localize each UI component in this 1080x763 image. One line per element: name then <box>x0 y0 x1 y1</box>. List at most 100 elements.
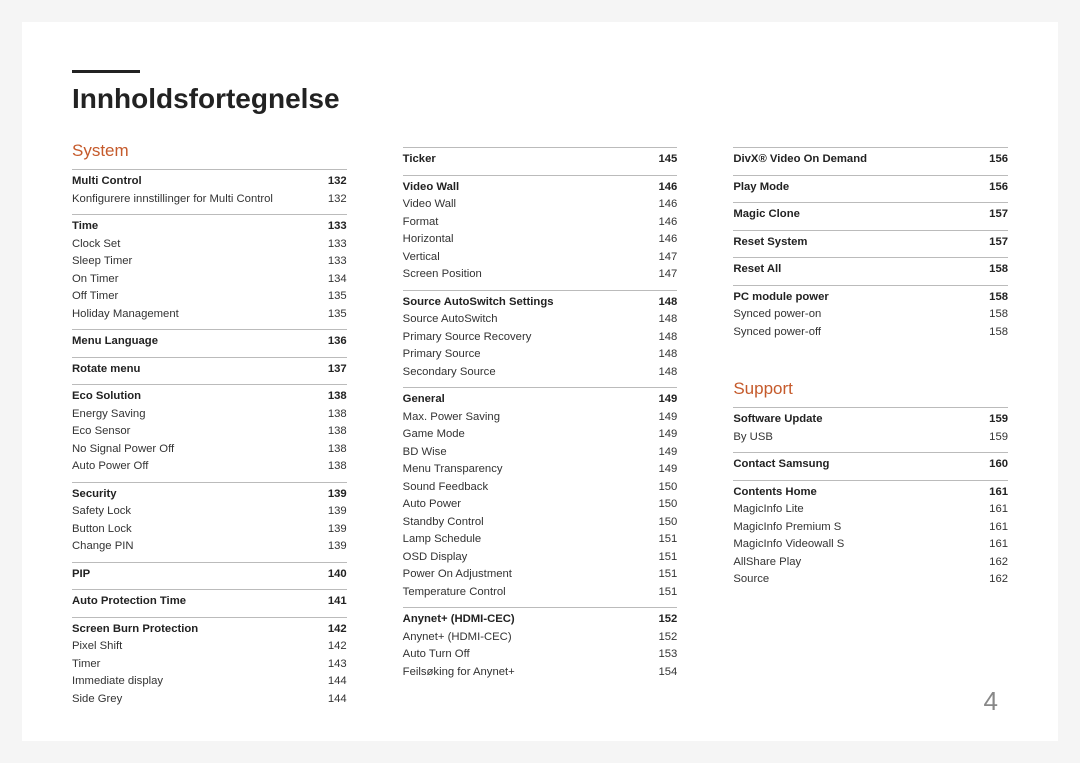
toc-entry-page: 151 <box>648 566 677 584</box>
toc-entry-row[interactable]: Synced power-off158 <box>733 324 1008 342</box>
toc-entry-row[interactable]: MagicInfo Videowall S161 <box>733 536 1008 554</box>
toc-entry-label: OSD Display <box>403 549 649 567</box>
toc-heading-label: Auto Protection Time <box>72 593 318 611</box>
toc-entry-row[interactable]: Auto Turn Off153 <box>403 646 678 664</box>
toc-entry-row[interactable]: Max. Power Saving149 <box>403 409 678 427</box>
toc-entry-row[interactable]: Standby Control150 <box>403 514 678 532</box>
toc-entry-row[interactable]: Off Timer135 <box>72 288 347 306</box>
toc-entry-row[interactable]: On Timer134 <box>72 271 347 289</box>
toc-entry-row[interactable]: Clock Set133 <box>72 236 347 254</box>
toc-entry-row[interactable]: Holiday Management135 <box>72 306 347 324</box>
toc-entry-row[interactable]: Timer143 <box>72 656 347 674</box>
toc-heading-page: 159 <box>979 411 1008 429</box>
toc-heading-page: 141 <box>318 593 347 611</box>
toc-entry-page: 158 <box>979 324 1008 342</box>
toc-entry-row[interactable]: Source AutoSwitch148 <box>403 311 678 329</box>
toc-entry-row[interactable]: Primary Source148 <box>403 346 678 364</box>
toc-entry-label: Immediate display <box>72 673 318 691</box>
toc-heading-row[interactable]: Multi Control132 <box>72 173 347 191</box>
toc-entry-row[interactable]: MagicInfo Lite161 <box>733 501 1008 519</box>
toc-entry-row[interactable]: Video Wall146 <box>403 196 678 214</box>
toc-heading-row[interactable]: Video Wall146 <box>403 179 678 197</box>
toc-heading-row[interactable]: Reset All158 <box>733 261 1008 279</box>
toc-heading-row[interactable]: Source AutoSwitch Settings148 <box>403 294 678 312</box>
toc-heading-row[interactable]: PIP140 <box>72 566 347 584</box>
toc-heading-row[interactable]: Play Mode156 <box>733 179 1008 197</box>
page-title: Innholdsfortegnelse <box>72 83 1008 115</box>
toc-heading-row[interactable]: Contact Samsung160 <box>733 456 1008 474</box>
toc-entry-row[interactable]: Eco Sensor138 <box>72 423 347 441</box>
section-rule <box>72 384 347 385</box>
toc-entry-row[interactable]: Lamp Schedule151 <box>403 531 678 549</box>
toc-entry-row[interactable]: OSD Display151 <box>403 549 678 567</box>
toc-entry-row[interactable]: Synced power-on158 <box>733 306 1008 324</box>
toc-entry-row[interactable]: Immediate display144 <box>72 673 347 691</box>
toc-heading-row[interactable]: General149 <box>403 391 678 409</box>
toc-entry-row[interactable]: Energy Saving138 <box>72 406 347 424</box>
section-rule <box>733 407 1008 408</box>
toc-entry-row[interactable]: No Signal Power Off138 <box>72 441 347 459</box>
toc-heading-label: Magic Clone <box>733 206 979 224</box>
toc-heading-row[interactable]: Menu Language136 <box>72 333 347 351</box>
toc-heading-row[interactable]: Screen Burn Protection142 <box>72 621 347 639</box>
toc-heading-row[interactable]: DivX® Video On Demand156 <box>733 151 1008 169</box>
toc-entry-page: 144 <box>318 691 347 709</box>
toc-entry-row[interactable]: Format146 <box>403 214 678 232</box>
toc-entry-row[interactable]: Game Mode149 <box>403 426 678 444</box>
toc-heading-row[interactable]: Security139 <box>72 486 347 504</box>
toc-entry-row[interactable]: Safety Lock139 <box>72 503 347 521</box>
toc-heading-row[interactable]: Eco Solution138 <box>72 388 347 406</box>
toc-entry-page: 138 <box>318 441 347 459</box>
toc-entry-row[interactable]: Vertical147 <box>403 249 678 267</box>
toc-entry-label: Button Lock <box>72 521 318 539</box>
toc-entry-row[interactable]: Sound Feedback150 <box>403 479 678 497</box>
toc-entry-row[interactable]: Side Grey144 <box>72 691 347 709</box>
toc-heading-row[interactable]: Anynet+ (HDMI-CEC)152 <box>403 611 678 629</box>
toc-entry-row[interactable]: Temperature Control151 <box>403 584 678 602</box>
toc-entry-row[interactable]: Horizontal146 <box>403 231 678 249</box>
section-rule <box>733 230 1008 231</box>
toc-entry-label: No Signal Power Off <box>72 441 318 459</box>
toc-entry-row[interactable]: Primary Source Recovery148 <box>403 329 678 347</box>
toc-entry-row[interactable]: Pixel Shift142 <box>72 638 347 656</box>
toc-heading-row[interactable]: Reset System157 <box>733 234 1008 252</box>
toc-entry-label: Secondary Source <box>403 364 649 382</box>
toc-entry-row[interactable]: Source162 <box>733 571 1008 589</box>
toc-entry-label: Timer <box>72 656 318 674</box>
toc-heading-page: 156 <box>979 151 1008 169</box>
toc-heading-row[interactable]: Magic Clone157 <box>733 206 1008 224</box>
toc-section: Magic Clone157 <box>733 202 1008 224</box>
toc-entry-row[interactable]: Sleep Timer133 <box>72 253 347 271</box>
toc-entry-row[interactable]: Anynet+ (HDMI-CEC)152 <box>403 629 678 647</box>
toc-heading-row[interactable]: Contents Home161 <box>733 484 1008 502</box>
toc-entry-row[interactable]: By USB159 <box>733 429 1008 447</box>
toc-heading-row[interactable]: Ticker145 <box>403 151 678 169</box>
toc-entry-row[interactable]: Secondary Source148 <box>403 364 678 382</box>
toc-entry-row[interactable]: Screen Position147 <box>403 266 678 284</box>
toc-entry-row[interactable]: Change PIN139 <box>72 538 347 556</box>
toc-entry-row[interactable]: MagicInfo Premium S161 <box>733 519 1008 537</box>
toc-heading-row[interactable]: Rotate menu137 <box>72 361 347 379</box>
toc-heading-label: Anynet+ (HDMI-CEC) <box>403 611 649 629</box>
toc-entry-row[interactable]: Konfigurere innstillinger for Multi Cont… <box>72 191 347 209</box>
section-rule <box>403 607 678 608</box>
toc-section: Multi Control132Konfigurere innstillinge… <box>72 169 347 208</box>
toc-heading-row[interactable]: Time133 <box>72 218 347 236</box>
toc-entry-row[interactable]: Feilsøking for Anynet+154 <box>403 664 678 682</box>
toc-entry-row[interactable]: Menu Transparency149 <box>403 461 678 479</box>
toc-entry-label: AllShare Play <box>733 554 979 572</box>
section-rule <box>733 202 1008 203</box>
toc-entry-row[interactable]: Auto Power Off138 <box>72 458 347 476</box>
toc-entry-row[interactable]: Power On Adjustment151 <box>403 566 678 584</box>
toc-heading-row[interactable]: PC module power158 <box>733 289 1008 307</box>
toc-entry-row[interactable]: Auto Power150 <box>403 496 678 514</box>
toc-heading-row[interactable]: Software Update159 <box>733 411 1008 429</box>
toc-entry-label: Feilsøking for Anynet+ <box>403 664 649 682</box>
toc-entry-row[interactable]: Button Lock139 <box>72 521 347 539</box>
toc-entry-page: 139 <box>318 538 347 556</box>
toc-entry-row[interactable]: AllShare Play162 <box>733 554 1008 572</box>
toc-heading-row[interactable]: Auto Protection Time141 <box>72 593 347 611</box>
toc-entry-label: Primary Source <box>403 346 649 364</box>
toc-entry-row[interactable]: BD Wise149 <box>403 444 678 462</box>
toc-heading-page: 152 <box>648 611 677 629</box>
